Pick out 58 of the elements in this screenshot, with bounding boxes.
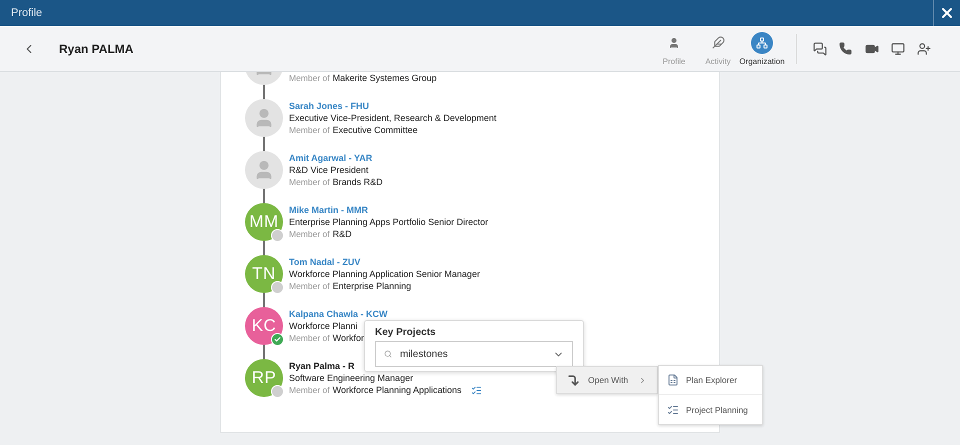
avatar-initials: RP — [252, 368, 276, 388]
member-of-label: Member of — [289, 72, 330, 84]
member-of-label: Member of — [289, 124, 330, 136]
job-title: Enterprise Planning Apps Portfolio Senior Director — [289, 216, 488, 228]
job-title: R&D Vice President — [289, 164, 370, 176]
group-name: Workfor — [332, 332, 364, 344]
add-person-icon — [916, 42, 930, 56]
tab[interactable]: Organization — [740, 32, 784, 66]
member-of-label: Member of — [289, 384, 330, 396]
menu-item[interactable]: Open With — [556, 366, 658, 394]
close-icon — [939, 5, 955, 21]
menu-item[interactable]: Project Planning — [659, 395, 762, 424]
document-icon — [667, 374, 679, 386]
group-name: Enterprise Planning — [332, 280, 412, 292]
chevron-right-icon — [638, 376, 647, 384]
window-title: Profile — [11, 7, 42, 19]
menu-item[interactable]: Plan Explorer — [659, 366, 762, 395]
member-of-label: Member of — [289, 228, 330, 240]
person-name[interactable]: Mike Martin - MMR — [289, 204, 488, 216]
avatar-initials: TN — [252, 264, 276, 284]
monitor-icon — [890, 42, 904, 56]
profile-name: Ryan PALMA — [59, 42, 134, 56]
organization-icon — [756, 36, 768, 48]
chat-icon — [812, 42, 826, 56]
member-of-label: Member of — [289, 332, 330, 344]
tab[interactable]: Activity — [696, 32, 740, 66]
search-icon — [384, 350, 392, 358]
group-name: Executive Committee — [332, 124, 418, 136]
person-name[interactable]: Tom Nadal - ZUV — [289, 256, 480, 268]
job-title: Executive Vice-President, Research & Development — [289, 112, 496, 124]
projects-button[interactable] — [470, 384, 482, 396]
avatar-initials: KC — [252, 316, 276, 336]
group-name: Workforce Planning Applications — [332, 384, 462, 396]
popup-title: Key Projects — [375, 327, 437, 338]
tab[interactable]: Profile — [652, 32, 696, 66]
job-title: Workforce Planning Application Senior Manager — [289, 268, 480, 280]
person-name[interactable]: Sarah Jones - FHU — [289, 100, 496, 112]
checklist-icon — [667, 404, 679, 416]
add-person-button[interactable] — [915, 40, 932, 57]
avatar-initials: MM — [249, 212, 279, 232]
job-title: Workforce Planni — [289, 320, 358, 332]
screen-share-button[interactable] — [889, 40, 906, 57]
group-name: Brands R&D — [332, 176, 383, 188]
group-name: Makerite Systemes Group — [332, 72, 437, 84]
job-title: Software Engineering Manager — [289, 372, 414, 384]
member-of-label: Member of — [289, 176, 330, 188]
member-of-label: Member of — [289, 280, 330, 292]
feather-icon — [712, 36, 724, 49]
phone-icon — [839, 42, 852, 55]
person-name: Ryan Palma - R — [289, 360, 356, 372]
chat-button[interactable] — [811, 40, 828, 57]
arrow-down-icon — [567, 374, 580, 386]
person-name[interactable]: Kalpana Chawla - KCW — [289, 308, 388, 320]
project-select[interactable]: milestones — [375, 341, 573, 367]
person-name[interactable]: Amit Agarwal - YAR — [289, 152, 383, 164]
person-icon — [668, 36, 680, 48]
group-name: R&D — [332, 228, 352, 240]
phone-button[interactable] — [837, 40, 854, 57]
